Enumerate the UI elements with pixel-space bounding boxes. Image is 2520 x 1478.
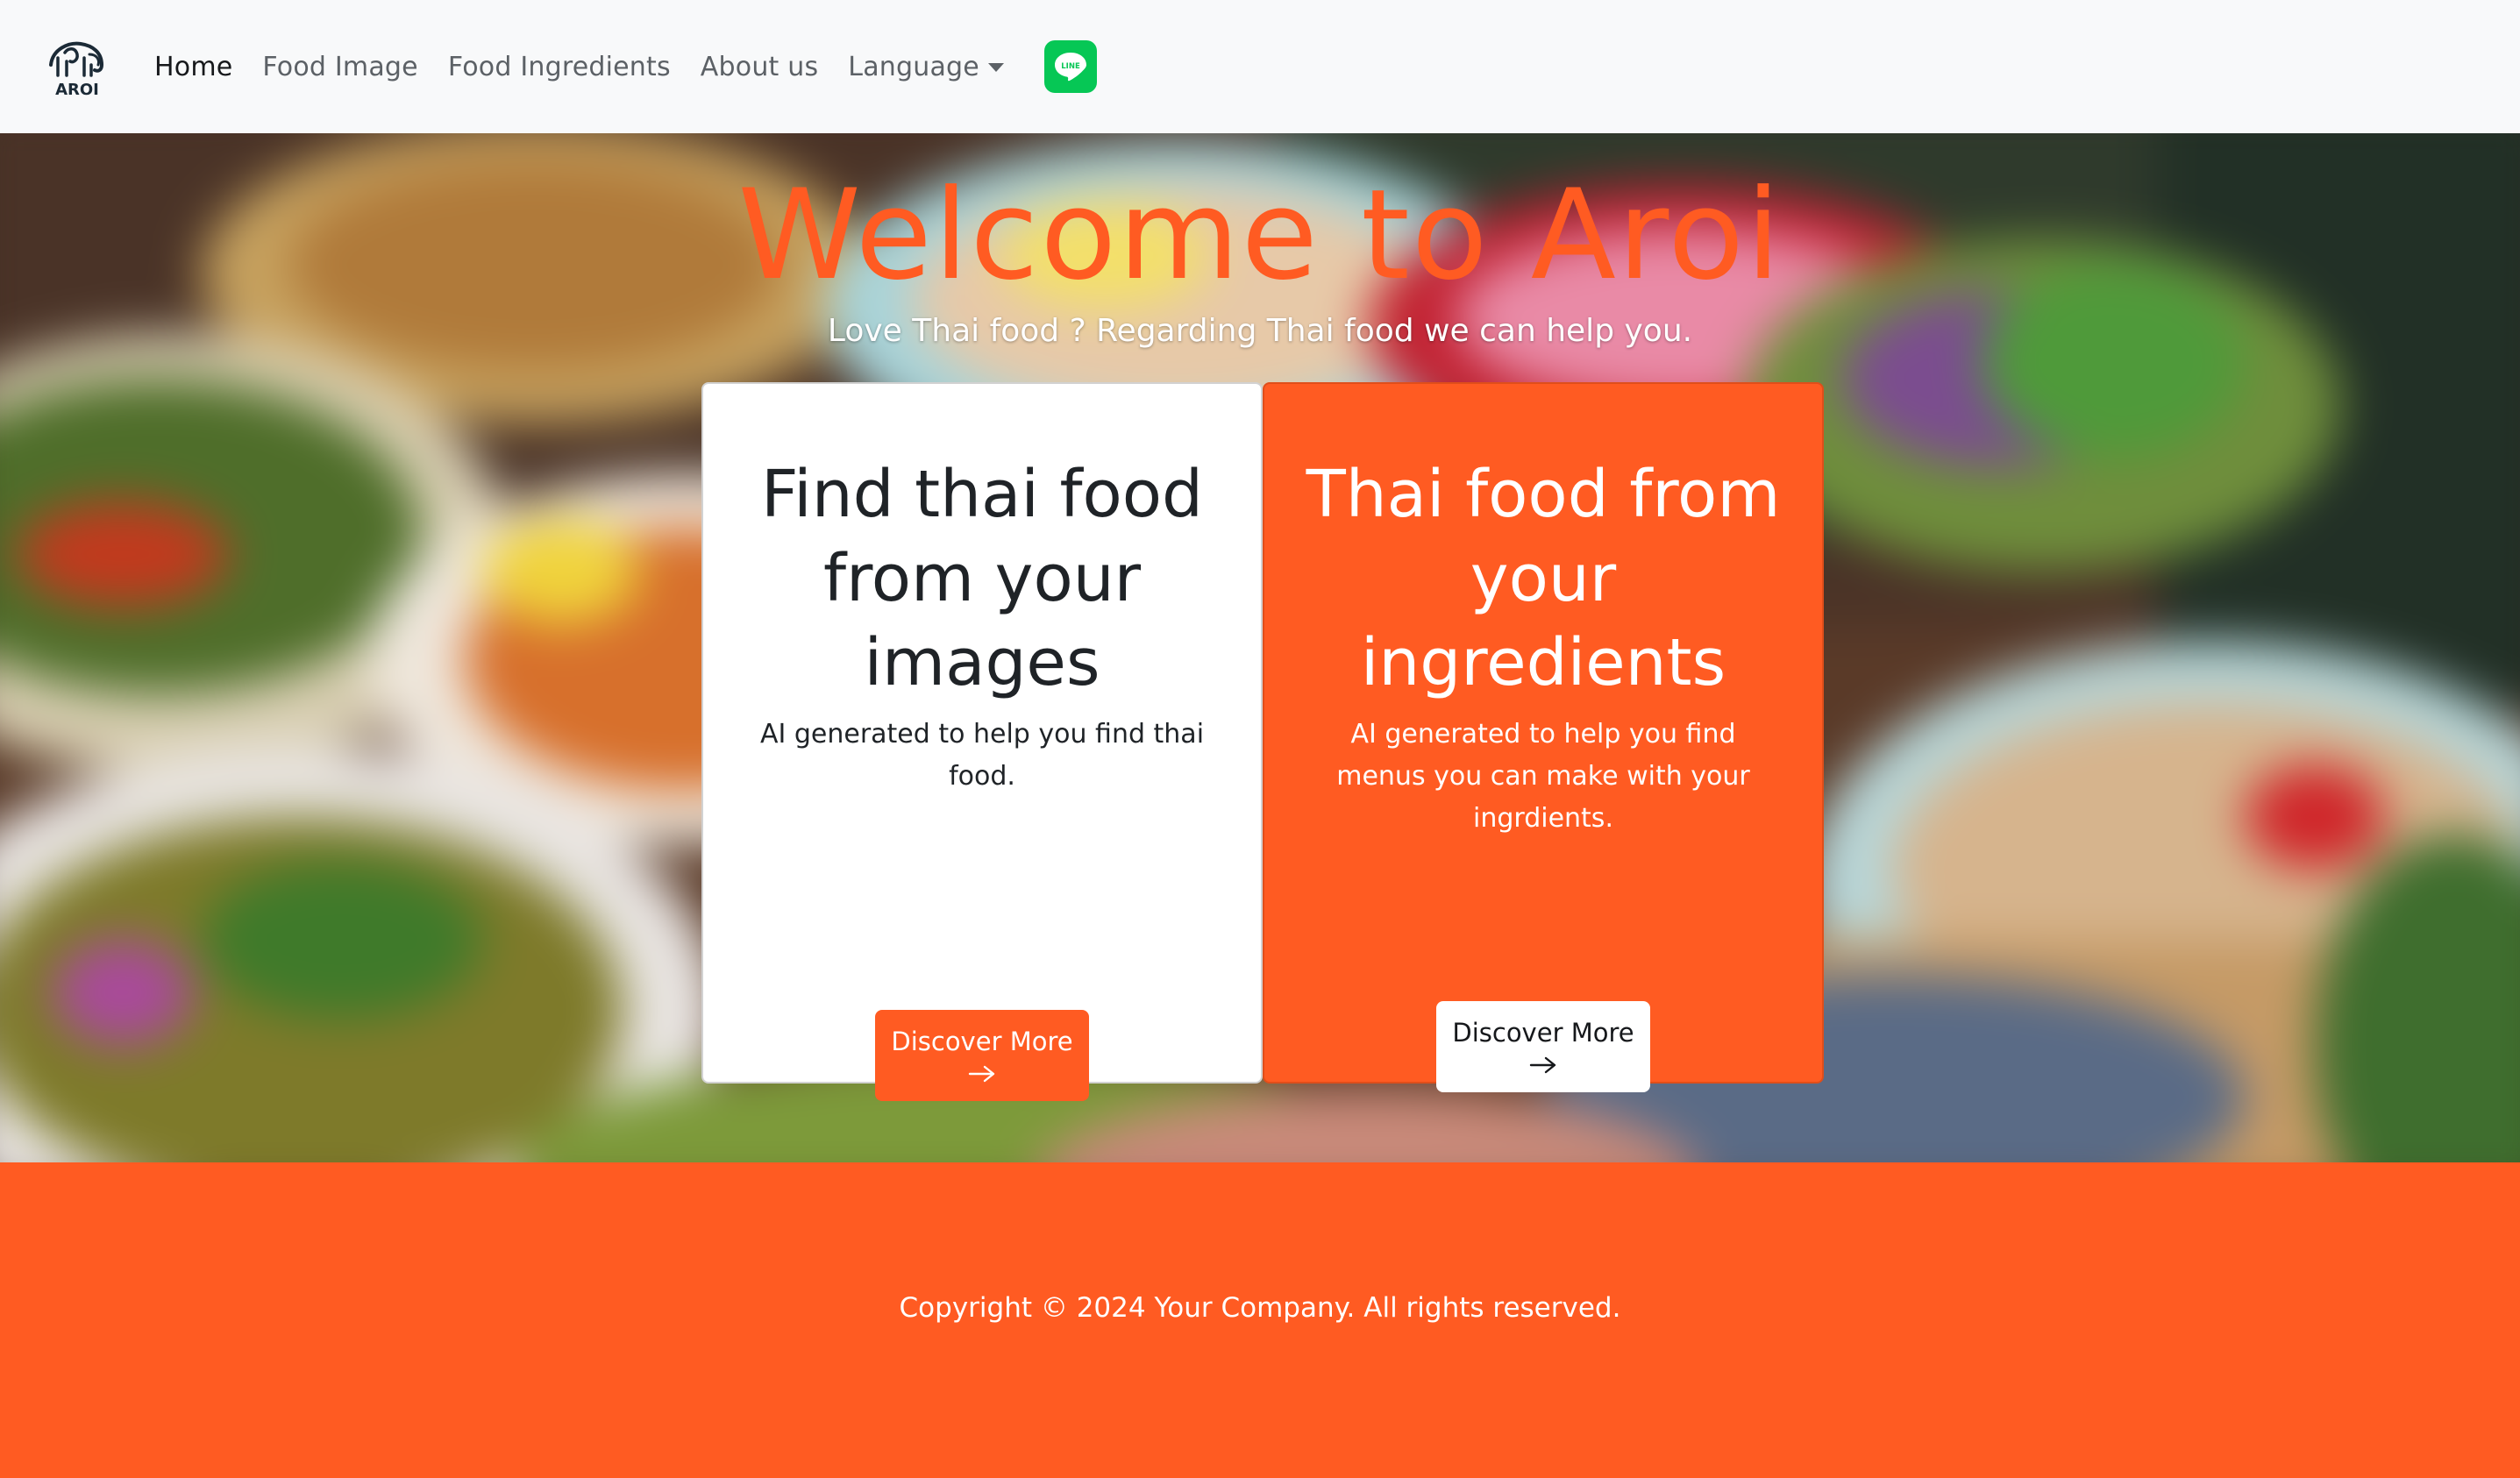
arrow-right-icon — [968, 1065, 995, 1083]
nav-link-label: Food Ingredients — [447, 51, 671, 82]
nav-link-label: About us — [700, 51, 819, 82]
hero-section: Welcome to Aroi Love Thai food ? Regardi… — [0, 133, 2520, 1162]
card-description: AI generated to help you find thai food. — [759, 719, 1205, 792]
discover-more-button-ingredients[interactable]: Discover More — [1436, 1001, 1650, 1092]
language-dropdown[interactable]: Language — [848, 52, 1004, 82]
nav-link-label: Home — [154, 51, 233, 82]
footer: Copyright © 2024 Your Company. All right… — [0, 1162, 2520, 1478]
find-food-from-ingredients-card: Thai food from your ingredients AI gener… — [1263, 382, 1824, 1092]
caret-down-icon — [987, 63, 1004, 72]
navbar: AROI Home Food Image Food Ingredients Ab… — [0, 0, 2520, 133]
line-chat-bubble-icon: LINE — [1054, 53, 1086, 82]
line-icon[interactable]: LINE — [1043, 40, 1097, 93]
nav-link-label: Food Image — [262, 51, 418, 82]
nav-link-food-ingredients[interactable]: Food Ingredients — [448, 52, 671, 82]
nav-link-about-us[interactable]: About us — [701, 52, 818, 82]
button-label: Discover More — [1452, 1018, 1634, 1048]
arrow-right-icon — [1529, 1056, 1556, 1074]
aroi-logo[interactable]: AROI — [44, 33, 110, 100]
card-title: Find thai food from your images — [760, 457, 1204, 700]
nav-link-home[interactable]: Home — [154, 52, 232, 82]
hero-subtitle: Love Thai food ? Regarding Thai food we … — [827, 313, 1693, 349]
find-food-from-image-card: Find thai food from your images AI gener… — [701, 382, 1263, 1101]
language-dropdown-label: Language — [848, 51, 979, 82]
nav-link-food-image[interactable]: Food Image — [262, 52, 417, 82]
logo-text: AROI — [55, 81, 99, 98]
button-label: Discover More — [891, 1027, 1073, 1056]
line-icon-text: LINE — [1061, 62, 1080, 71]
hero-title: Welcome to Aroi — [737, 163, 1783, 308]
discover-more-button-image[interactable]: Discover More — [875, 1010, 1089, 1101]
card-title: Thai food from your ingredients — [1306, 457, 1781, 700]
elephant-logo-icon: AROI — [49, 41, 104, 98]
card-description: AI generated to help you find menus you … — [1336, 719, 1750, 834]
copyright-text: Copyright © 2024 Your Company. All right… — [899, 1292, 1621, 1324]
